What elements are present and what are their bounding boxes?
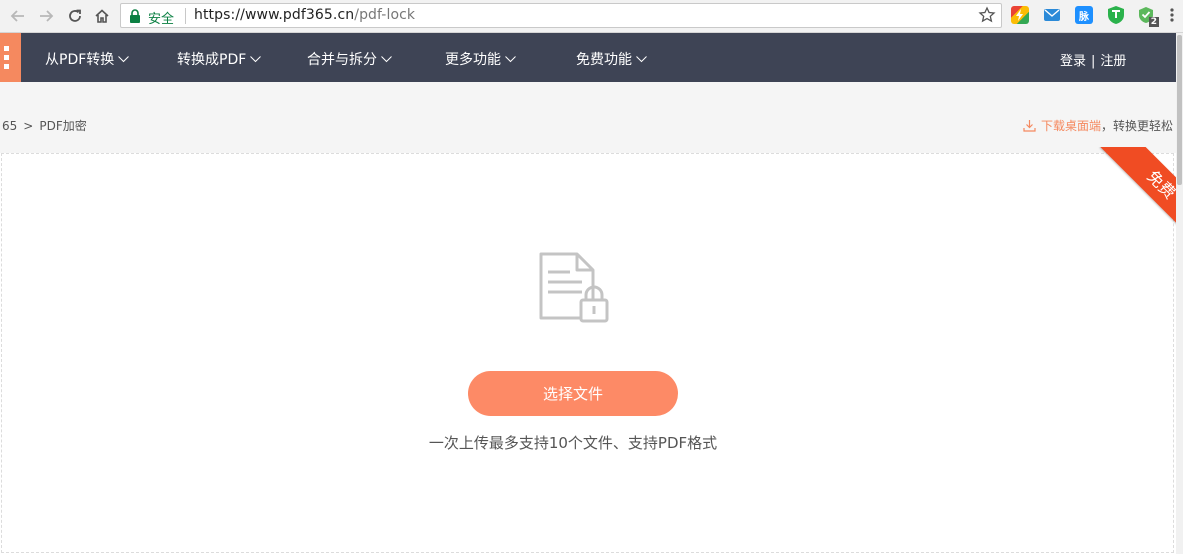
back-icon[interactable]	[8, 6, 28, 26]
free-ribbon: 免费	[1093, 147, 1178, 232]
mail-icon[interactable]	[1043, 6, 1061, 24]
browser-menu-icon[interactable]	[1167, 6, 1177, 24]
upload-panel[interactable]	[1, 153, 1174, 553]
nav-more-features[interactable]: 更多功能	[445, 49, 516, 69]
ext-chrome-icon[interactable]	[1011, 6, 1029, 24]
bookmark-star-icon[interactable]	[978, 6, 996, 24]
breadcrumb-home[interactable]: 65	[2, 119, 17, 133]
url-text[interactable]: https://www.pdf365.cn/pdf-lock	[194, 7, 415, 23]
address-bar[interactable]: 安全 https://www.pdf365.cn/pdf-lock	[120, 3, 1002, 28]
chevron-down-icon	[381, 55, 392, 62]
nav-item-label: 更多功能	[445, 52, 501, 68]
omnibox-divider	[185, 8, 186, 24]
url-path: /pdf-lock	[354, 7, 416, 23]
reload-icon[interactable]	[65, 6, 85, 26]
nav-to-pdf[interactable]: 转换成PDF	[177, 49, 262, 69]
site-nav: 从PDF转换 转换成PDF 合并与拆分 更多功能 免费功能 登录 | 注册	[0, 33, 1176, 82]
nav-menu-toggle[interactable]	[0, 33, 21, 82]
home-icon[interactable]	[92, 6, 112, 26]
breadcrumb-arrow: >	[23, 119, 34, 133]
auth-links: 登录 | 注册	[1060, 50, 1126, 69]
nav-item-label: 合并与拆分	[307, 52, 377, 68]
download-tagline: ，转换更轻松	[1100, 119, 1173, 133]
ext-mai-icon[interactable]: 脉	[1075, 6, 1093, 24]
breadcrumb: 65 > PDF加密	[2, 117, 87, 134]
shield-icon[interactable]	[1107, 6, 1125, 24]
chevron-down-icon	[636, 55, 647, 62]
ext-badge-icon[interactable]: 2	[1138, 6, 1159, 27]
auth-separator: |	[1091, 54, 1096, 69]
document-lock-icon	[539, 252, 609, 323]
download-link[interactable]: 下载桌面端	[1041, 117, 1101, 134]
chevron-down-icon	[505, 55, 516, 62]
login-link[interactable]: 登录	[1060, 54, 1086, 69]
chevron-down-icon	[250, 55, 262, 62]
nav-merge-split[interactable]: 合并与拆分	[307, 49, 392, 69]
upload-hint: 一次上传最多支持10个文件、支持PDF格式	[428, 434, 718, 452]
lock-icon	[130, 9, 140, 23]
download-desktop: 下载桌面端 ，转换更轻松	[1023, 117, 1173, 134]
scrollbar-thumb[interactable]	[1177, 35, 1182, 185]
nav-item-label: 从PDF转换	[45, 52, 115, 68]
secure-label: 安全	[148, 12, 175, 27]
download-icon	[1023, 120, 1036, 132]
nav-item-label: 免费功能	[576, 52, 632, 68]
ext-badge-count: 2	[1148, 17, 1159, 27]
forward-icon[interactable]	[36, 6, 56, 26]
url-host: https://www.pdf365.cn	[194, 7, 355, 23]
breadcrumb-current: PDF加密	[39, 119, 87, 133]
browser-toolbar: 安全 https://www.pdf365.cn/pdf-lock 脉 2	[0, 0, 1183, 33]
chevron-down-icon	[118, 55, 130, 62]
nav-item-label: 转换成PDF	[177, 52, 247, 68]
choose-file-button[interactable]: 选择文件	[468, 371, 678, 416]
free-ribbon-label: 免费	[1100, 147, 1178, 232]
breadcrumb-bar: 65 > PDF加密 下载桌面端 ，转换更轻松	[0, 82, 1176, 153]
nav-free-features[interactable]: 免费功能	[576, 49, 647, 69]
register-link[interactable]: 注册	[1100, 54, 1126, 69]
nav-from-pdf[interactable]: 从PDF转换	[45, 49, 130, 69]
ext-mai-label: 脉	[1079, 11, 1089, 23]
